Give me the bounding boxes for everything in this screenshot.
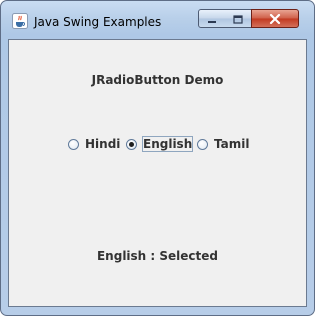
java-cup-icon[interactable] xyxy=(12,13,28,29)
radio-label[interactable]: English xyxy=(142,136,194,152)
app-window: Java Swing Examples JRadioButton Demo Hi… xyxy=(0,0,315,316)
radio-hindi[interactable]: Hindi xyxy=(68,135,121,153)
minimize-icon xyxy=(207,9,217,28)
radio-tamil[interactable]: Tamil xyxy=(197,135,250,153)
maximize-button[interactable] xyxy=(225,9,252,28)
radio-label[interactable]: Hindi xyxy=(84,136,121,152)
close-icon xyxy=(269,9,281,28)
minimize-button[interactable] xyxy=(198,9,226,28)
title-bar[interactable]: Java Swing Examples xyxy=(1,1,314,33)
radio-group: Hindi English Tamil xyxy=(9,135,306,153)
close-button[interactable] xyxy=(251,9,299,28)
window-title: Java Swing Examples xyxy=(34,15,162,29)
content-panel: JRadioButton Demo Hindi English Tamil En… xyxy=(8,39,307,307)
radio-english[interactable]: English xyxy=(126,135,194,153)
demo-heading: JRadioButton Demo xyxy=(91,73,224,87)
radio-circle-icon[interactable] xyxy=(197,138,208,150)
maximize-icon xyxy=(233,9,243,28)
radio-circle-checked-icon[interactable] xyxy=(126,138,137,150)
radio-label[interactable]: Tamil xyxy=(213,136,250,152)
radio-circle-icon[interactable] xyxy=(68,138,79,150)
status-label: English : Selected xyxy=(96,249,218,263)
